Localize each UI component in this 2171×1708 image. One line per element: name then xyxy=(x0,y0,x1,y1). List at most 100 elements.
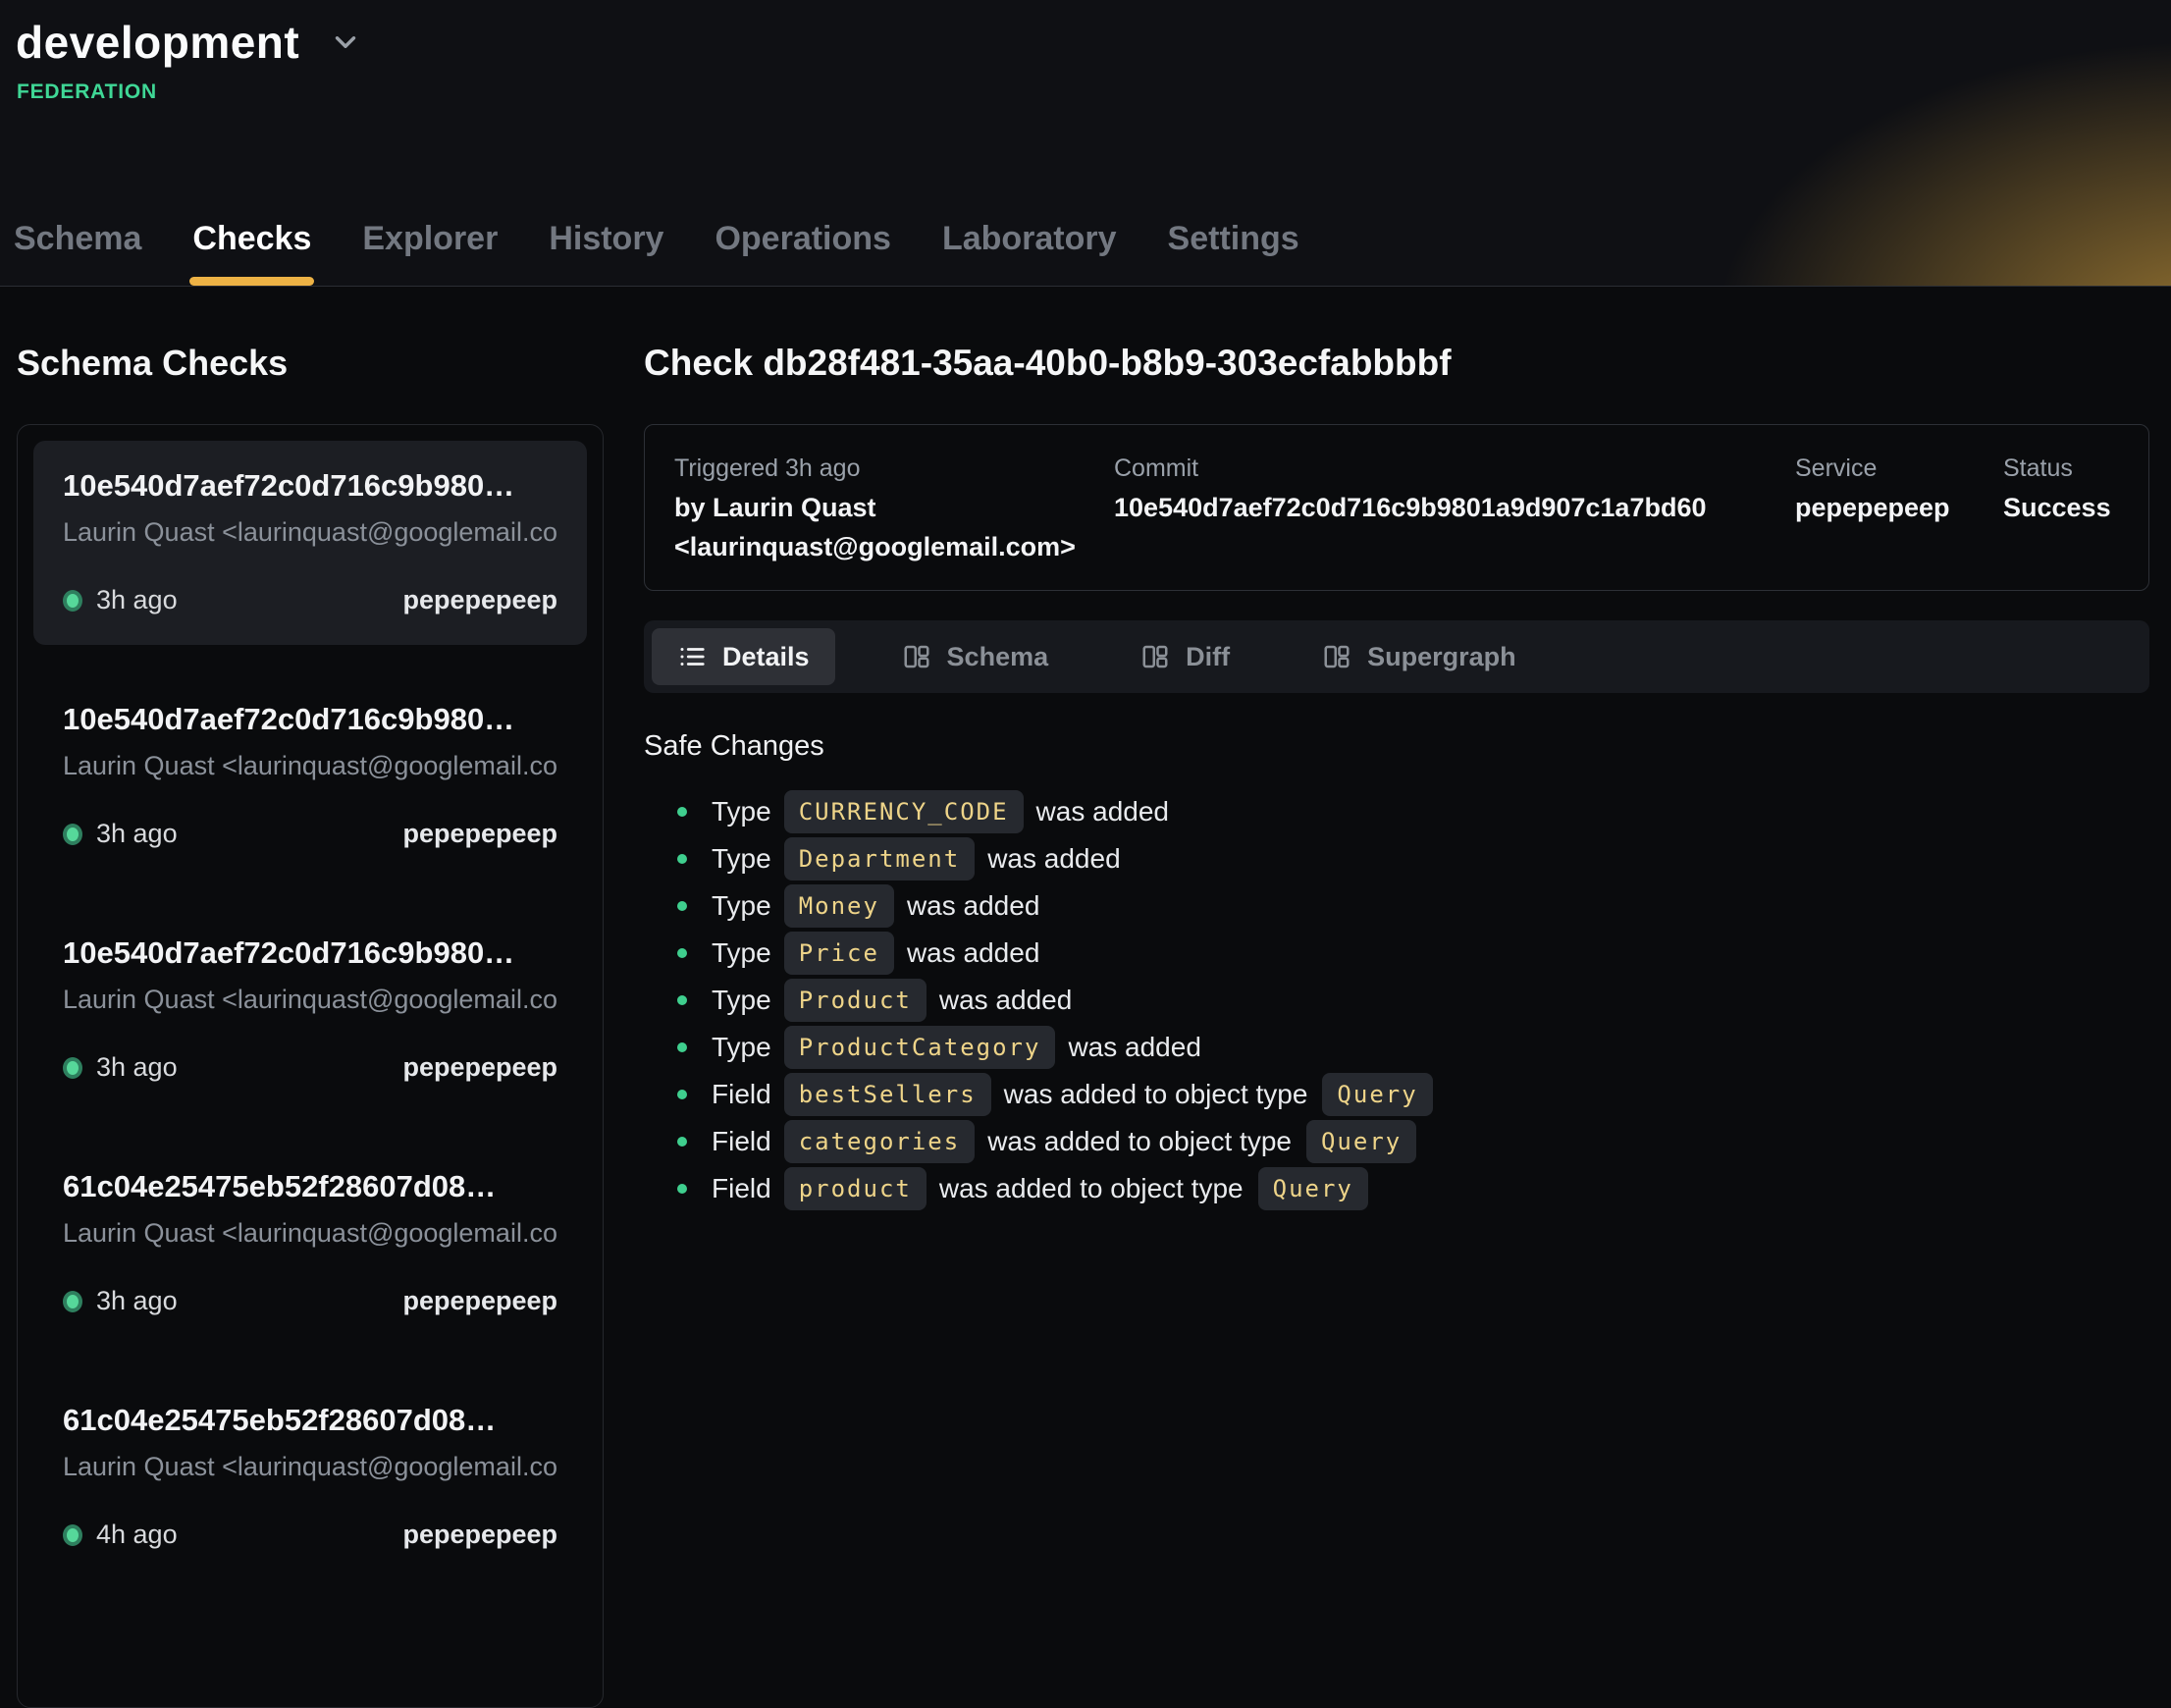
check-time: 3h ago xyxy=(96,819,178,849)
change-kind: Field xyxy=(712,1173,771,1204)
view-tab-diff[interactable]: Diff xyxy=(1115,628,1255,685)
summary-commit: Commit 10e540d7aef72c0d716c9b9801a9d907c… xyxy=(1114,449,1795,566)
page-header: development FEDERATION Schema Checks Explo… xyxy=(0,0,2171,287)
change-text: was added xyxy=(987,843,1120,875)
check-author: Laurin Quast <laurinquast@googlemail.co… xyxy=(63,1218,557,1249)
check-time: 3h ago xyxy=(96,1052,178,1083)
change-code-chip: Department xyxy=(784,837,976,881)
schema-checks-panel: Schema Checks 10e540d7aef72c0d716c9b980…… xyxy=(17,342,604,1626)
change-text: was added to object type xyxy=(987,1126,1292,1157)
tab-explorer[interactable]: Explorer xyxy=(362,220,498,286)
status-value: Success xyxy=(2003,488,2119,527)
check-service: pepepepeep xyxy=(402,819,557,849)
check-time: 4h ago xyxy=(96,1520,178,1550)
change-item: Fieldcategorieswas added to object typeQ… xyxy=(644,1118,2149,1165)
change-item: TypePricewas added xyxy=(644,930,2149,977)
status-dot xyxy=(63,824,82,845)
change-kind: Type xyxy=(712,985,771,1016)
chevron-down-icon[interactable] xyxy=(329,26,362,59)
federation-badge: FEDERATION xyxy=(17,80,2171,104)
status-dot xyxy=(63,1524,82,1546)
bullet-icon xyxy=(677,854,687,864)
bullet-icon xyxy=(677,807,687,817)
change-text: was added to object type xyxy=(939,1173,1244,1204)
check-hash: 61c04e25475eb52f28607d08… xyxy=(63,1403,557,1438)
columns-icon xyxy=(1322,642,1351,671)
check-author: Laurin Quast <laurinquast@googlemail.co… xyxy=(63,1452,557,1482)
view-tab-label: Diff xyxy=(1186,642,1230,672)
check-author: Laurin Quast <laurinquast@googlemail.co… xyxy=(63,751,557,781)
check-list-item[interactable]: 61c04e25475eb52f28607d08… Laurin Quast <l… xyxy=(33,1375,587,1579)
view-tab-supergraph[interactable]: Supergraph xyxy=(1297,628,1542,685)
commit-hash: 10e540d7aef72c0d716c9b9801a9d907c1a7bd60 xyxy=(1114,488,1795,527)
status-dot xyxy=(63,590,82,612)
change-code-chip-secondary: Query xyxy=(1306,1120,1416,1163)
status-dot xyxy=(63,1057,82,1079)
check-detail-title: Check db28f481-35aa-40b0-b8b9-303ecfabbb… xyxy=(644,342,2149,385)
check-time: 3h ago xyxy=(96,1286,178,1316)
check-author: Laurin Quast <laurinquast@googlemail.co… xyxy=(63,985,557,1015)
summary-triggered: Triggered 3h ago by Laurin Quast <laurin… xyxy=(674,449,1114,566)
view-tab-details[interactable]: Details xyxy=(652,628,835,685)
check-hash: 61c04e25475eb52f28607d08… xyxy=(63,1169,557,1204)
change-item: TypeMoneywas added xyxy=(644,882,2149,930)
tab-checks[interactable]: Checks xyxy=(192,220,311,286)
triggered-author: by Laurin Quast xyxy=(674,488,1114,527)
change-item: TypeCURRENCY_CODEwas added xyxy=(644,788,2149,835)
change-kind: Type xyxy=(712,937,771,969)
change-code-chip: Product xyxy=(784,979,927,1022)
main-content: Schema Checks 10e540d7aef72c0d716c9b980…… xyxy=(0,287,2171,1447)
bullet-icon xyxy=(677,1042,687,1052)
tab-laboratory[interactable]: Laboratory xyxy=(942,220,1117,286)
triggered-label: Triggered 3h ago xyxy=(674,449,1114,488)
bullet-icon xyxy=(677,1090,687,1099)
changes-list: TypeCURRENCY_CODEwas added Type Department… xyxy=(644,788,2149,1212)
check-list-item[interactable]: 10e540d7aef72c0d716c9b980… Laurin Quast <… xyxy=(33,908,587,1112)
status-dot xyxy=(63,1291,82,1312)
bullet-icon xyxy=(677,1137,687,1147)
change-code-chip-secondary: Query xyxy=(1322,1073,1432,1116)
columns-icon xyxy=(1140,642,1170,671)
check-author: Laurin Quast <laurinquast@googlemail.co… xyxy=(63,517,557,548)
change-item: Type ProductCategory was added xyxy=(644,1024,2149,1071)
change-code-chip: Price xyxy=(784,932,894,975)
change-text: was added to object type xyxy=(1004,1079,1308,1110)
view-tab-label: Supergraph xyxy=(1367,642,1516,672)
change-text: was added xyxy=(1068,1032,1200,1063)
tab-schema[interactable]: Schema xyxy=(14,220,141,286)
change-code-chip: ProductCategory xyxy=(784,1026,1056,1069)
change-text: was added xyxy=(939,985,1072,1016)
change-code-chip: categories xyxy=(784,1120,976,1163)
view-tab-schema[interactable]: Schema xyxy=(876,628,1075,685)
schema-checks-title: Schema Checks xyxy=(17,342,604,385)
change-code-chip-secondary: Query xyxy=(1258,1167,1368,1210)
check-hash: 10e540d7aef72c0d716c9b980… xyxy=(63,468,557,504)
check-detail-panel: Check db28f481-35aa-40b0-b8b9-303ecfabbb… xyxy=(644,342,2149,1626)
check-summary-box: Triggered 3h ago by Laurin Quast <laurin… xyxy=(644,424,2149,591)
check-footer: 3h agopepepepeep xyxy=(63,1286,557,1316)
bullet-icon xyxy=(677,1184,687,1194)
tab-settings[interactable]: Settings xyxy=(1168,220,1299,286)
change-item: Field product was added to object type Quer… xyxy=(644,1165,2149,1212)
change-code-chip: Money xyxy=(784,884,894,928)
status-label: Status xyxy=(2003,449,2119,488)
check-hash: 10e540d7aef72c0d716c9b980… xyxy=(63,702,557,737)
project-row: development xyxy=(0,0,2171,69)
tab-operations[interactable]: Operations xyxy=(715,220,890,286)
tab-history[interactable]: History xyxy=(549,220,663,286)
change-item: TypeDepartmentwas added xyxy=(644,835,2149,882)
triggered-email: <laurinquast@googlemail.com> xyxy=(674,527,1114,566)
change-text: was added xyxy=(1036,796,1169,827)
check-list-item[interactable]: 61c04e25475eb52f28607d08… Laurin Quast <l… xyxy=(33,1142,587,1346)
columns-icon xyxy=(902,642,931,671)
change-item: FieldbestSellerswas added to object type… xyxy=(644,1071,2149,1118)
check-footer: 3h agopepepepeep xyxy=(63,585,557,615)
change-code-chip: product xyxy=(784,1167,927,1210)
change-item: Type Product was added xyxy=(644,977,2149,1024)
change-kind: Type xyxy=(712,1032,771,1063)
schema-checks-list: 10e540d7aef72c0d716c9b980… Laurin Quast <… xyxy=(17,424,604,1708)
check-view-tabs: Details Schema Diff Supergraph xyxy=(644,620,2149,693)
check-hash: 10e540d7aef72c0d716c9b980… xyxy=(63,935,557,971)
check-list-item[interactable]: 10e540d7aef72c0d716c9b980… Laurin Quast <… xyxy=(33,674,587,879)
check-list-item[interactable]: 10e540d7aef72c0d716c9b980… Laurin Quast <… xyxy=(33,441,587,645)
